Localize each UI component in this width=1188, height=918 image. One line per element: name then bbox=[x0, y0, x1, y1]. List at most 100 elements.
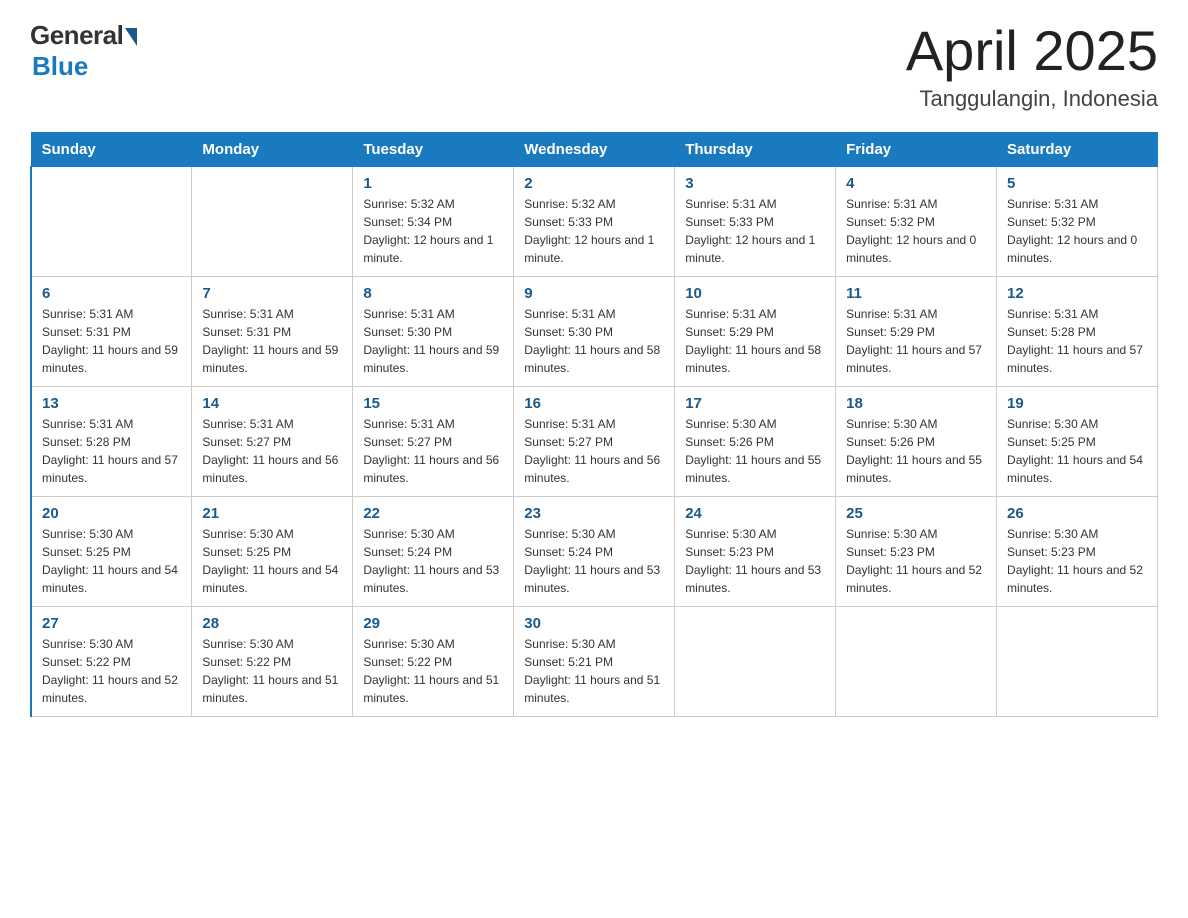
table-row: 28 Sunrise: 5:30 AM Sunset: 5:22 PM Dayli… bbox=[192, 606, 353, 716]
day-number: 15 bbox=[363, 395, 503, 412]
logo-blue-text: Blue bbox=[32, 51, 88, 82]
table-row bbox=[836, 606, 997, 716]
day-number: 21 bbox=[202, 505, 342, 522]
day-number: 13 bbox=[42, 395, 181, 412]
table-row: 14 Sunrise: 5:31 AM Sunset: 5:27 PM Dayli… bbox=[192, 386, 353, 496]
table-row: 26 Sunrise: 5:30 AM Sunset: 5:23 PM Dayli… bbox=[997, 496, 1158, 606]
table-row: 30 Sunrise: 5:30 AM Sunset: 5:21 PM Dayli… bbox=[514, 606, 675, 716]
table-row bbox=[997, 606, 1158, 716]
table-row: 18 Sunrise: 5:30 AM Sunset: 5:26 PM Dayli… bbox=[836, 386, 997, 496]
day-number: 17 bbox=[685, 395, 825, 412]
day-info: Sunrise: 5:31 AM Sunset: 5:27 PM Dayligh… bbox=[363, 415, 503, 487]
table-row: 6 Sunrise: 5:31 AM Sunset: 5:31 PM Daylig… bbox=[31, 276, 192, 386]
calendar-week-row: 13 Sunrise: 5:31 AM Sunset: 5:28 PM Dayli… bbox=[31, 386, 1158, 496]
table-row: 7Sunrise: 5:31 AM Sunset: 5:31 PM Daylig… bbox=[192, 276, 353, 386]
day-number: 19 bbox=[1007, 395, 1147, 412]
day-number: 25 bbox=[846, 505, 986, 522]
day-number: 7 bbox=[202, 285, 342, 302]
day-info: Sunrise: 5:30 AM Sunset: 5:25 PM Dayligh… bbox=[1007, 415, 1147, 487]
day-info: Sunrise: 5:31 AM Sunset: 5:30 PM Dayligh… bbox=[363, 305, 503, 377]
day-number: 23 bbox=[524, 505, 664, 522]
day-info: Sunrise: 5:30 AM Sunset: 5:22 PM Dayligh… bbox=[363, 635, 503, 707]
col-thursday: Thursday bbox=[675, 132, 836, 166]
day-info: Sunrise: 5:31 AM Sunset: 5:27 PM Dayligh… bbox=[202, 415, 342, 487]
day-info: Sunrise: 5:30 AM Sunset: 5:25 PM Dayligh… bbox=[202, 525, 342, 597]
day-number: 26 bbox=[1007, 505, 1147, 522]
col-saturday: Saturday bbox=[997, 132, 1158, 166]
calendar-header-row: Sunday Monday Tuesday Wednesday Thursday… bbox=[31, 132, 1158, 166]
day-number: 12 bbox=[1007, 285, 1147, 302]
table-row: 3 Sunrise: 5:31 AM Sunset: 5:33 PM Daylig… bbox=[675, 166, 836, 276]
table-row: 9 Sunrise: 5:31 AM Sunset: 5:30 PM Daylig… bbox=[514, 276, 675, 386]
day-info: Sunrise: 5:30 AM Sunset: 5:23 PM Dayligh… bbox=[685, 525, 825, 597]
table-row bbox=[31, 166, 192, 276]
day-info: Sunrise: 5:30 AM Sunset: 5:24 PM Dayligh… bbox=[524, 525, 664, 597]
day-info: Sunrise: 5:31 AM Sunset: 5:30 PM Dayligh… bbox=[524, 305, 664, 377]
day-number: 16 bbox=[524, 395, 664, 412]
day-number: 28 bbox=[202, 615, 342, 632]
calendar-week-row: 6 Sunrise: 5:31 AM Sunset: 5:31 PM Daylig… bbox=[31, 276, 1158, 386]
table-row bbox=[675, 606, 836, 716]
day-number: 14 bbox=[202, 395, 342, 412]
table-row: 13 Sunrise: 5:31 AM Sunset: 5:28 PM Dayli… bbox=[31, 386, 192, 496]
calendar-table: Sunday Monday Tuesday Wednesday Thursday… bbox=[30, 132, 1158, 717]
page-header: General Blue April 2025 Tanggulangin, In… bbox=[30, 20, 1158, 112]
day-info: Sunrise: 5:31 AM Sunset: 5:31 PM Dayligh… bbox=[42, 305, 181, 377]
day-info: Sunrise: 5:31 AM Sunset: 5:28 PM Dayligh… bbox=[1007, 305, 1147, 377]
table-row: 12 Sunrise: 5:31 AM Sunset: 5:28 PM Dayli… bbox=[997, 276, 1158, 386]
day-number: 29 bbox=[363, 615, 503, 632]
day-number: 6 bbox=[42, 285, 181, 302]
table-row: 21 Sunrise: 5:30 AM Sunset: 5:25 PM Dayli… bbox=[192, 496, 353, 606]
col-sunday: Sunday bbox=[31, 132, 192, 166]
day-number: 9 bbox=[524, 285, 664, 302]
table-row: 8 Sunrise: 5:31 AM Sunset: 5:30 PM Daylig… bbox=[353, 276, 514, 386]
day-info: Sunrise: 5:32 AM Sunset: 5:33 PM Dayligh… bbox=[524, 195, 664, 267]
day-number: 30 bbox=[524, 615, 664, 632]
day-info: Sunrise: 5:30 AM Sunset: 5:23 PM Dayligh… bbox=[846, 525, 986, 597]
day-number: 3 bbox=[685, 175, 825, 192]
day-info: Sunrise: 5:30 AM Sunset: 5:26 PM Dayligh… bbox=[685, 415, 825, 487]
day-info: Sunrise: 5:31 AM Sunset: 5:33 PM Dayligh… bbox=[685, 195, 825, 267]
day-number: 11 bbox=[846, 285, 986, 302]
table-row: 20Sunrise: 5:30 AM Sunset: 5:25 PM Dayli… bbox=[31, 496, 192, 606]
logo-triangle-icon bbox=[125, 28, 137, 46]
day-info: Sunrise: 5:31 AM Sunset: 5:27 PM Dayligh… bbox=[524, 415, 664, 487]
day-info: Sunrise: 5:32 AM Sunset: 5:34 PM Dayligh… bbox=[363, 195, 503, 267]
day-number: 8 bbox=[363, 285, 503, 302]
location-title: Tanggulangin, Indonesia bbox=[906, 86, 1158, 112]
table-row: 5Sunrise: 5:31 AM Sunset: 5:32 PM Daylig… bbox=[997, 166, 1158, 276]
day-number: 18 bbox=[846, 395, 986, 412]
table-row: 25 Sunrise: 5:30 AM Sunset: 5:23 PM Dayli… bbox=[836, 496, 997, 606]
day-info: Sunrise: 5:30 AM Sunset: 5:22 PM Dayligh… bbox=[202, 635, 342, 707]
day-number: 20 bbox=[42, 505, 181, 522]
table-row: 15 Sunrise: 5:31 AM Sunset: 5:27 PM Dayli… bbox=[353, 386, 514, 496]
table-row: 4Sunrise: 5:31 AM Sunset: 5:32 PM Daylig… bbox=[836, 166, 997, 276]
day-info: Sunrise: 5:30 AM Sunset: 5:24 PM Dayligh… bbox=[363, 525, 503, 597]
logo: General Blue bbox=[30, 20, 137, 82]
table-row: 23 Sunrise: 5:30 AM Sunset: 5:24 PM Dayli… bbox=[514, 496, 675, 606]
title-block: April 2025 Tanggulangin, Indonesia bbox=[906, 20, 1158, 112]
day-info: Sunrise: 5:30 AM Sunset: 5:22 PM Dayligh… bbox=[42, 635, 181, 707]
day-number: 24 bbox=[685, 505, 825, 522]
day-info: Sunrise: 5:31 AM Sunset: 5:28 PM Dayligh… bbox=[42, 415, 181, 487]
table-row: 11Sunrise: 5:31 AM Sunset: 5:29 PM Dayli… bbox=[836, 276, 997, 386]
table-row: 27 Sunrise: 5:30 AM Sunset: 5:22 PM Dayli… bbox=[31, 606, 192, 716]
day-info: Sunrise: 5:30 AM Sunset: 5:21 PM Dayligh… bbox=[524, 635, 664, 707]
logo-general-text: General bbox=[30, 20, 123, 51]
day-number: 2 bbox=[524, 175, 664, 192]
calendar-week-row: 20 Sunrise: 5:30 AM Sunset: 5:25 PM Dayli… bbox=[31, 496, 1158, 606]
day-number: 27 bbox=[42, 615, 181, 632]
day-number: 5 bbox=[1007, 175, 1147, 192]
table-row bbox=[192, 166, 353, 276]
table-row: 22Sunrise: 5:30 AM Sunset: 5:24 PM Dayli… bbox=[353, 496, 514, 606]
day-number: 1 bbox=[363, 175, 503, 192]
col-monday: Monday bbox=[192, 132, 353, 166]
day-info: Sunrise: 5:30 AM Sunset: 5:26 PM Dayligh… bbox=[846, 415, 986, 487]
table-row: 16 Sunrise: 5:31 AM Sunset: 5:27 PM Dayli… bbox=[514, 386, 675, 496]
calendar-week-row: 1 Sunrise: 5:32 AM Sunset: 5:34 PM Daylig… bbox=[31, 166, 1158, 276]
table-row: 24 Sunrise: 5:30 AM Sunset: 5:23 PM Dayli… bbox=[675, 496, 836, 606]
day-info: Sunrise: 5:30 AM Sunset: 5:23 PM Dayligh… bbox=[1007, 525, 1147, 597]
day-number: 10 bbox=[685, 285, 825, 302]
col-wednesday: Wednesday bbox=[514, 132, 675, 166]
month-title: April 2025 bbox=[906, 20, 1158, 82]
